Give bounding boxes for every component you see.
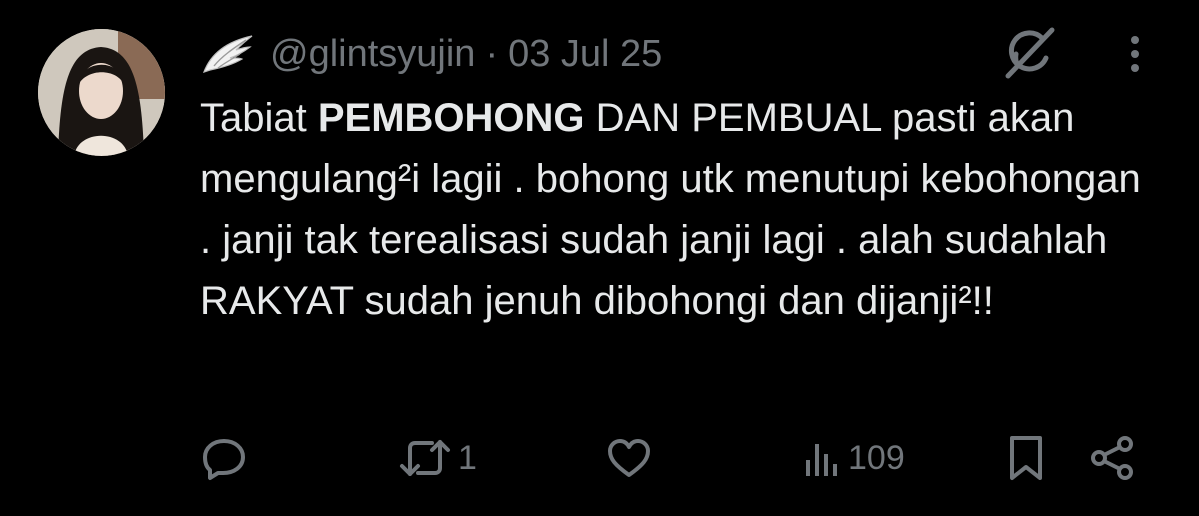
wing-icon (200, 32, 256, 76)
tweet-date[interactable]: 03 Jul 25 (508, 33, 662, 76)
bookmark-icon (1004, 434, 1048, 482)
user-handle[interactable]: @glintsyujin (270, 33, 475, 76)
reply-button[interactable] (200, 428, 254, 488)
reply-icon (200, 434, 248, 482)
views-count: 109 (848, 438, 905, 477)
heart-icon (605, 434, 653, 482)
more-vertical-icon[interactable] (1120, 34, 1150, 74)
tweet-card[interactable]: @glintsyujin · 03 Jul 25 Tabiat PEMBOHON… (0, 0, 1199, 516)
like-button[interactable] (605, 428, 659, 488)
views-button[interactable]: 109 (802, 428, 905, 488)
share-button[interactable] (1088, 428, 1138, 488)
bookmark-button[interactable] (1004, 428, 1048, 488)
views-icon (802, 434, 842, 482)
tweet-header: @glintsyujin · 03 Jul 25 (200, 30, 662, 78)
tweet-text-bold: PEMBOHONG (317, 96, 585, 140)
action-bar: 1 109 (0, 428, 1199, 488)
top-actions (990, 24, 1160, 80)
header-separator: · (485, 32, 499, 75)
retweet-icon (398, 434, 452, 482)
share-icon (1088, 434, 1138, 482)
tweet-text-part1: Tabiat (200, 96, 318, 140)
tweet-text: Tabiat PEMBOHONG DAN PEMBUAL pasti akan … (200, 88, 1160, 332)
avatar[interactable] (38, 29, 165, 156)
grok-icon[interactable] (1002, 24, 1058, 80)
retweet-button[interactable]: 1 (398, 428, 477, 488)
retweet-count: 1 (458, 438, 477, 477)
